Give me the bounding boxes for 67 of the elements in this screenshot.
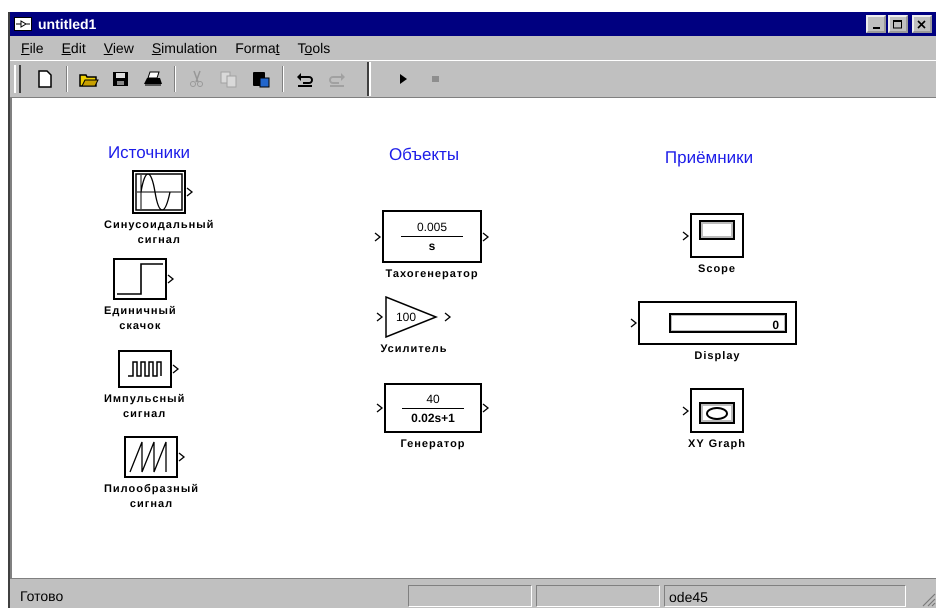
input-port-icon [682, 406, 690, 416]
clipboard-icon [251, 70, 271, 88]
numerator: 0.005 [416, 219, 448, 235]
window-title: untitled1 [38, 16, 98, 32]
input-port-icon [376, 312, 384, 322]
minimize-icon [872, 26, 880, 28]
xy-graph-screen [699, 402, 735, 424]
status-message: Готово [19, 587, 64, 606]
gain-block[interactable]: 100 [384, 296, 444, 338]
sine-wave-icon [134, 172, 184, 212]
block-label: Scope [698, 262, 736, 277]
block-label: Тахогенератор [385, 267, 479, 282]
block-label: Усилитель [380, 342, 448, 357]
output-port-icon [172, 364, 180, 374]
group-heading: Приёмники [664, 148, 754, 168]
group-heading: Объекты [388, 145, 460, 165]
output-port-icon [178, 452, 186, 462]
transfer-function-block[interactable]: 40 0.02s+1 [384, 383, 482, 433]
output-port-icon [482, 232, 490, 242]
pulse-block[interactable] [118, 350, 172, 388]
menu-item[interactable]: Tools [290, 38, 338, 58]
menu-item[interactable]: Simulation [144, 38, 224, 58]
input-port-icon [376, 403, 384, 413]
block-label: Импульсный сигнал [104, 392, 186, 422]
xy-graph-block[interactable] [690, 388, 744, 433]
output-port-icon [186, 187, 194, 197]
group-heading: Источники [108, 143, 190, 163]
toolbar-grip[interactable] [14, 65, 21, 93]
maximize-icon [893, 20, 903, 28]
maximize-button[interactable] [888, 15, 908, 33]
solver-name: ode45 [664, 585, 906, 607]
input-port-icon [682, 230, 690, 240]
block-label: Единичный скачок [104, 304, 177, 334]
output-port-icon [167, 274, 176, 284]
menu-item[interactable]: Format [228, 38, 287, 58]
close-button[interactable] [912, 15, 932, 33]
menu-item[interactable]: File [14, 38, 51, 58]
block-label: Пилообразный сигнал [104, 482, 199, 512]
output-port-icon [444, 312, 452, 322]
block-diagram-icon [14, 17, 32, 31]
scope-block[interactable] [690, 213, 744, 258]
transfer-function-block[interactable]: 0.005 s [382, 210, 482, 263]
input-port-icon [374, 232, 382, 242]
denominator: s [428, 238, 436, 254]
menu-item[interactable]: View [96, 38, 141, 58]
gain-value: 100 [396, 310, 416, 324]
block-label: Display [694, 349, 741, 364]
display-block[interactable]: 0 [638, 301, 797, 345]
block-label: Генератор [400, 437, 466, 452]
step-signal-icon [115, 260, 166, 298]
block-label: XY Graph [688, 437, 746, 452]
input-port-icon [630, 318, 638, 328]
redo-icon [327, 70, 347, 88]
menu-item[interactable]: Edit [54, 38, 93, 58]
scope-screen [699, 220, 735, 240]
sine-wave-block[interactable] [132, 170, 186, 214]
block-label: Синусоидальный сигнал [104, 218, 214, 248]
step-block[interactable] [113, 258, 168, 300]
denominator: 0.02s+1 [411, 410, 455, 426]
close-icon [917, 20, 927, 28]
sawtooth-block[interactable] [124, 436, 178, 478]
numerator: 40 [426, 390, 440, 406]
minimize-button[interactable] [866, 15, 886, 33]
output-port-icon [482, 403, 490, 413]
printer-icon [143, 70, 163, 88]
copy-icon [219, 70, 239, 88]
display-value: 0 [669, 313, 787, 333]
